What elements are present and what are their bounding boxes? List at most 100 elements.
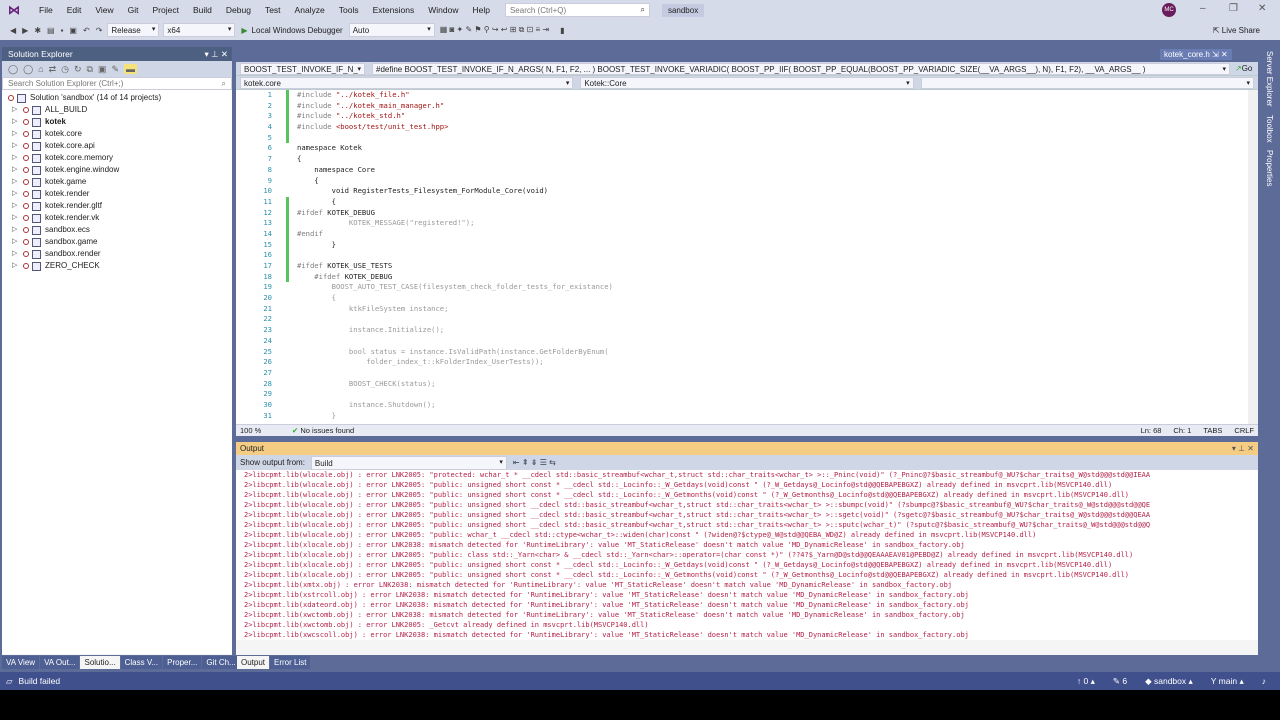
expand-arrow-icon[interactable]: ▷: [12, 212, 20, 224]
right-tab[interactable]: Properties: [1265, 150, 1274, 186]
forward-icon[interactable]: ▶: [22, 26, 28, 35]
project-item[interactable]: ▷ ALL_BUILD: [2, 104, 232, 116]
expand-arrow-icon[interactable]: ▷: [12, 152, 20, 164]
debugger-mode-select[interactable]: Auto ▾: [348, 23, 435, 37]
sync-icon[interactable]: ⇄: [49, 64, 57, 75]
output-text[interactable]: 2>libcpmt.lib(wlocale.obj) : error LNK20…: [236, 470, 1258, 640]
back-icon[interactable]: ◀: [10, 26, 16, 35]
avatar[interactable]: MC: [1162, 3, 1176, 17]
menu-test[interactable]: Test: [258, 5, 288, 15]
open-icon[interactable]: ▤: [47, 26, 55, 35]
left-tab[interactable]: Git Ch...: [202, 656, 240, 669]
left-tab[interactable]: Proper...: [163, 656, 202, 669]
solution-root[interactable]: Solution 'sandbox' (14 of 14 projects): [2, 92, 232, 104]
preview-icon[interactable]: ▬: [124, 64, 138, 74]
editor-scrollbar[interactable]: [1248, 90, 1258, 424]
project-item[interactable]: ▷ sandbox.render: [2, 248, 232, 260]
project-item[interactable]: ▷ kotek.core.api: [2, 140, 232, 152]
new-project-icon[interactable]: ✱: [34, 26, 41, 35]
start-debugger-button[interactable]: Local Windows Debugger: [252, 26, 343, 35]
expand-arrow-icon[interactable]: ▷: [12, 260, 20, 272]
output-source-select[interactable]: Build ▾: [310, 455, 507, 470]
menu-file[interactable]: File: [32, 5, 60, 15]
expand-arrow-icon[interactable]: ▷: [12, 164, 20, 176]
project-item[interactable]: ▷ kotek.engine.window: [2, 164, 232, 176]
menu-help[interactable]: Help: [465, 5, 496, 15]
search-box[interactable]: Search (Ctrl+Q) ⌕: [504, 3, 650, 17]
bookmark-icon[interactable]: ▮: [560, 26, 564, 35]
menu-window[interactable]: Window: [421, 5, 465, 15]
project-item[interactable]: ▷ kotek.game: [2, 176, 232, 188]
close-button[interactable]: ✕: [1258, 3, 1266, 14]
expand-arrow-icon[interactable]: ▷: [12, 236, 20, 248]
project-item[interactable]: ▷ sandbox.ecs: [2, 224, 232, 236]
output-tool-icons[interactable]: ⇤ ⇞ ⇟ ☰ ⇆: [513, 458, 556, 467]
save-all-icon[interactable]: ▣: [69, 26, 77, 35]
undo-icon[interactable]: ↶: [83, 26, 90, 35]
menu-project[interactable]: Project: [146, 5, 186, 15]
output-tab[interactable]: Output: [237, 656, 270, 669]
refresh-icon[interactable]: ↻: [74, 64, 82, 75]
history-icon[interactable]: ◷: [61, 64, 69, 75]
notifications-icon[interactable]: ♪: [1262, 676, 1266, 687]
project-item[interactable]: ▷ kotek: [2, 116, 232, 128]
expand-arrow-icon[interactable]: ▷: [12, 176, 20, 188]
menu-edit[interactable]: Edit: [60, 5, 89, 15]
expand-arrow-icon[interactable]: ▷: [12, 224, 20, 236]
expand-arrow-icon[interactable]: ▷: [12, 116, 20, 128]
menu-build[interactable]: Build: [186, 5, 219, 15]
symbol-select[interactable]: BOOST_TEST_INVOKE_IF_N_ ▾: [240, 62, 365, 75]
project-select[interactable]: kotek.core ▾: [240, 76, 574, 89]
indent-mode[interactable]: TABS: [1203, 426, 1222, 435]
expand-arrow-icon[interactable]: ▷: [12, 104, 20, 116]
expand-arrow-icon[interactable]: ▷: [12, 140, 20, 152]
push-indicator[interactable]: ↑ 0 ▴: [1077, 676, 1095, 687]
configuration-select[interactable]: Release ▾: [107, 23, 160, 37]
project-item[interactable]: ▷ kotek.core.memory: [2, 152, 232, 164]
properties-icon[interactable]: ✎: [112, 64, 120, 75]
left-tab[interactable]: Class V...: [120, 656, 163, 669]
preview-tab[interactable]: kotek_core.h ⇲ ✕: [1160, 49, 1232, 60]
expand-arrow-icon[interactable]: ▷: [12, 128, 20, 140]
menu-debug[interactable]: Debug: [219, 5, 258, 15]
scope-select[interactable]: Kotek::Core ▾: [580, 76, 914, 89]
repo-indicator[interactable]: ◆ sandbox ▴: [1145, 676, 1193, 687]
go-button[interactable]: ↗Go: [1235, 64, 1252, 73]
home-icon[interactable]: ⌂: [38, 64, 43, 74]
member-select[interactable]: ▾: [920, 76, 1254, 89]
forward-icon[interactable]: ◯: [23, 64, 33, 75]
play-icon[interactable]: ▶: [241, 26, 247, 35]
left-tab[interactable]: Solutio...: [80, 656, 120, 669]
right-tab[interactable]: Server Explorer: [1265, 51, 1274, 107]
project-item[interactable]: ▷ kotek.render.vk: [2, 212, 232, 224]
define-select[interactable]: #define BOOST_TEST_INVOKE_IF_N_ARGS( N, …: [372, 62, 1230, 75]
maximize-button[interactable]: ❐: [1229, 3, 1238, 14]
branch-indicator[interactable]: Y main ▴: [1211, 676, 1244, 687]
left-tab[interactable]: VA Out...: [40, 656, 80, 669]
expand-arrow-icon[interactable]: ▷: [12, 248, 20, 260]
menu-analyze[interactable]: Analyze: [288, 5, 332, 15]
line-endings[interactable]: CRLF: [1234, 426, 1254, 435]
zoom-select[interactable]: 100 %: [240, 426, 280, 435]
live-share-button[interactable]: ⇱ Live Share: [1213, 26, 1260, 35]
collapse-icon[interactable]: ⧉: [87, 64, 93, 75]
changes-indicator[interactable]: ✎ 6: [1113, 676, 1127, 687]
project-item[interactable]: ▷ kotek.render.gltf: [2, 200, 232, 212]
right-tab[interactable]: Toolbox: [1265, 115, 1274, 143]
expand-arrow-icon[interactable]: ▷: [12, 188, 20, 200]
pin-close-icon[interactable]: ▾ ⊥ ✕: [1232, 444, 1254, 453]
menu-extensions[interactable]: Extensions: [366, 5, 422, 15]
expand-arrow-icon[interactable]: ▷: [12, 200, 20, 212]
menu-tools[interactable]: Tools: [332, 5, 366, 15]
project-item[interactable]: ▷ kotek.render: [2, 188, 232, 200]
minimize-button[interactable]: –: [1200, 3, 1206, 14]
platform-select[interactable]: x64 ▾: [163, 23, 236, 37]
menu-view[interactable]: View: [88, 5, 120, 15]
pin-close-icon[interactable]: ▾ ⊥ ✕: [204, 49, 228, 60]
left-tab[interactable]: VA View: [2, 656, 40, 669]
project-item[interactable]: ▷ kotek.core: [2, 128, 232, 140]
redo-icon[interactable]: ↷: [96, 26, 103, 35]
show-all-icon[interactable]: ▣: [98, 64, 107, 75]
issues-indicator[interactable]: ✔ No issues found: [292, 426, 354, 435]
toolbar-icon[interactable]: ▦ ◙ ✦ ✎ ⚑ ⚲ ↪ ↩ ⊞ ⧉ ⊡ ≡ ⇥: [440, 25, 549, 35]
